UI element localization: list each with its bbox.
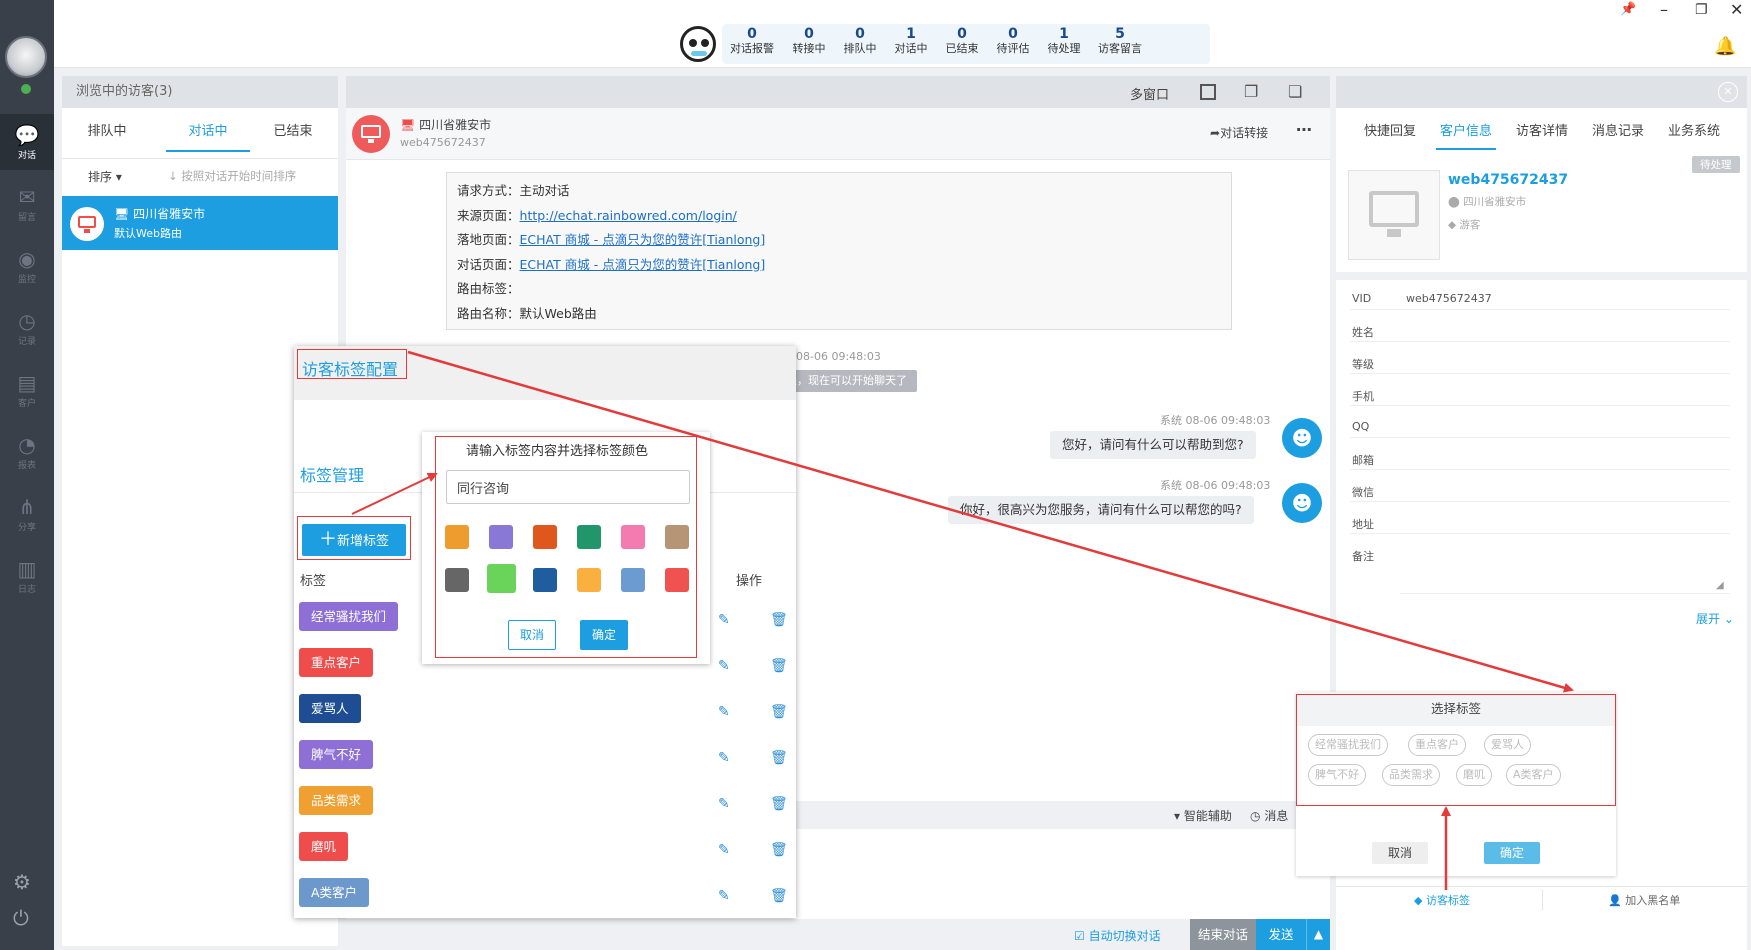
annotation-arrows: [351, 350, 1574, 890]
arrow-to-select-tag: [407, 350, 1574, 693]
arrow-to-new-tag-popup: [351, 472, 438, 515]
